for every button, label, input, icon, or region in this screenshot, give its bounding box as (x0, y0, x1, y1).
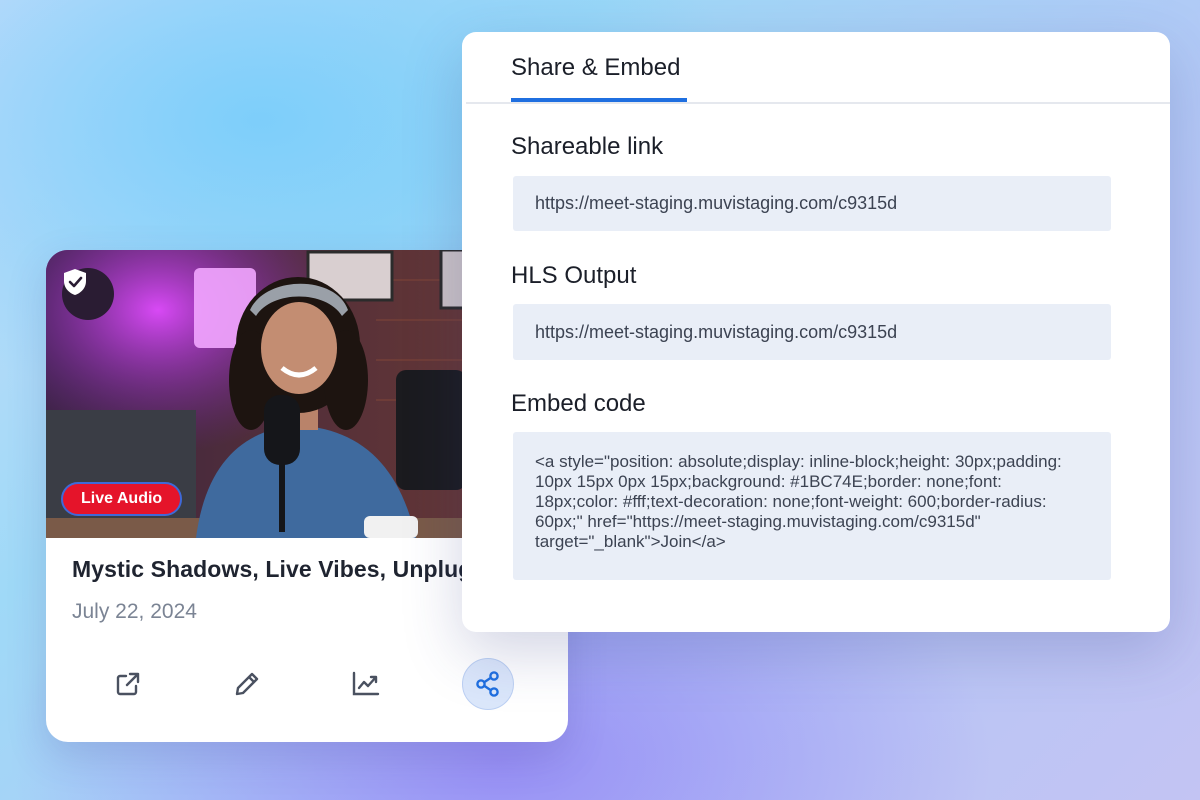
embed-code-label: Embed code (511, 390, 646, 417)
hls-output-field[interactable]: https://meet-staging.muvistaging.com/c93… (513, 304, 1111, 360)
external-link-icon (116, 672, 140, 696)
share-icon (476, 671, 499, 697)
shareable-link-field[interactable]: https://meet-staging.muvistaging.com/c93… (513, 176, 1111, 231)
open-external-button[interactable] (102, 658, 154, 710)
active-tab-indicator (511, 98, 687, 102)
share-embed-panel: Share & Embed Shareable link https://mee… (462, 32, 1170, 632)
embed-code-field[interactable]: <a style="position: absolute;display: in… (513, 432, 1111, 580)
panel-tabs: Share & Embed (466, 32, 1170, 104)
hls-output-label: HLS Output (511, 262, 637, 289)
video-date: July 22, 2024 (72, 600, 197, 623)
app-frame: Live Audio Mystic Shadows, Live Vibes, U… (0, 0, 1200, 800)
live-audio-badge: Live Audio (61, 482, 183, 516)
share-button[interactable] (462, 658, 514, 710)
protected-badge (62, 268, 114, 320)
shareable-link-label: Shareable link (511, 133, 664, 160)
shield-check-icon (64, 269, 86, 295)
line-chart-icon (352, 671, 380, 696)
edit-button[interactable] (221, 658, 273, 710)
tab-share-embed[interactable]: Share & Embed (511, 32, 680, 104)
pencil-icon (235, 672, 259, 696)
analytics-button[interactable] (340, 658, 392, 710)
card-action-bar (46, 658, 568, 710)
